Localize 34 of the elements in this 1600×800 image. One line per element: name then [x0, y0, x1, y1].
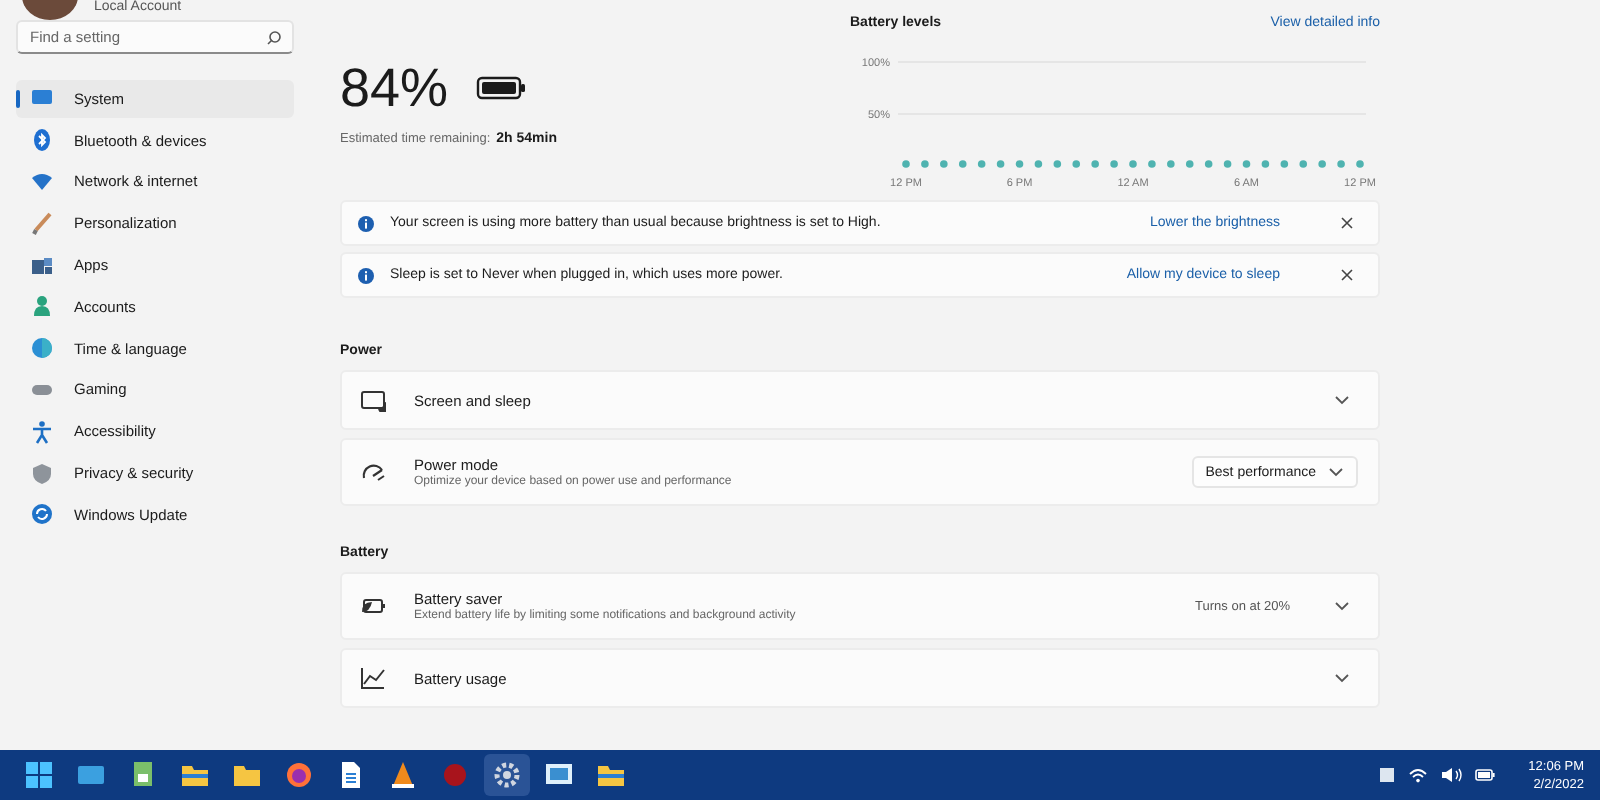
close-button[interactable]	[1336, 264, 1358, 286]
line-graph-icon	[360, 666, 386, 690]
wifi-icon	[30, 169, 54, 194]
search-icon	[266, 29, 282, 45]
apps-icon	[30, 253, 54, 278]
gauge-icon	[360, 460, 386, 484]
chevron-icon	[1334, 600, 1350, 612]
caret-icon	[1328, 466, 1344, 478]
expand-button[interactable]	[1330, 668, 1354, 688]
brush-icon	[30, 211, 54, 236]
shield-icon	[30, 461, 54, 486]
battery-icon	[476, 74, 529, 102]
close-icon	[1340, 268, 1354, 282]
close-button[interactable]	[1336, 212, 1358, 234]
wifi-icon	[1408, 766, 1429, 784]
close-icon	[1340, 216, 1354, 230]
square-icon	[1378, 766, 1397, 784]
sync-icon	[30, 502, 54, 527]
expand-button[interactable]	[1330, 596, 1354, 616]
info-icon	[358, 215, 374, 231]
speaker-icon	[1440, 766, 1463, 784]
battery-percentage: 84%	[340, 56, 449, 120]
battery-leaf-icon	[360, 594, 386, 618]
info-icon	[358, 267, 374, 283]
chevron-icon	[1334, 672, 1350, 684]
taskbar-app-button[interactable]	[484, 754, 530, 796]
start-icon	[20, 756, 58, 794]
expand-button[interactable]	[1330, 390, 1354, 410]
chevron-icon	[1334, 394, 1350, 406]
person-icon	[30, 294, 54, 319]
monitor-icon	[360, 388, 386, 412]
bluetooth-icon	[30, 128, 54, 153]
battery-icon	[1474, 766, 1497, 784]
accessibility-icon	[30, 419, 54, 444]
